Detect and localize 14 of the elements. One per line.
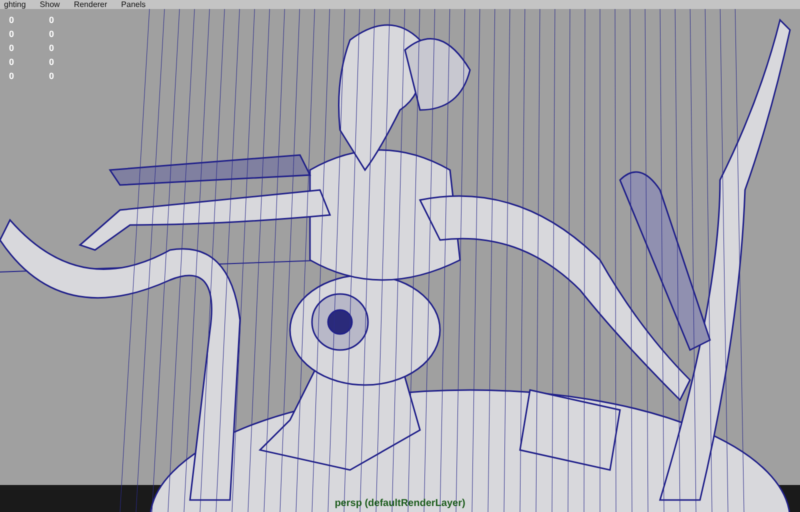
hud-stat-value: 0 [9, 43, 16, 53]
hud-stat-value: 0 [49, 57, 56, 67]
hud-stat-value: 0 [9, 15, 16, 25]
hud-stat-value: 0 [49, 29, 56, 39]
hud-stat-value: 0 [9, 71, 16, 81]
menu-item[interactable]: ghting [4, 0, 26, 9]
hud-stat-value: 0 [49, 15, 56, 25]
hud-stat-value: 0 [9, 29, 16, 39]
hud-stat-value: 0 [9, 57, 16, 67]
hud-stat-value: 0 [49, 43, 56, 53]
menu-item[interactable]: Panels [121, 0, 146, 9]
hud-stat-value: 0 [49, 71, 56, 81]
menu-item[interactable]: Renderer [74, 0, 108, 9]
menu-item[interactable]: Show [40, 0, 60, 9]
